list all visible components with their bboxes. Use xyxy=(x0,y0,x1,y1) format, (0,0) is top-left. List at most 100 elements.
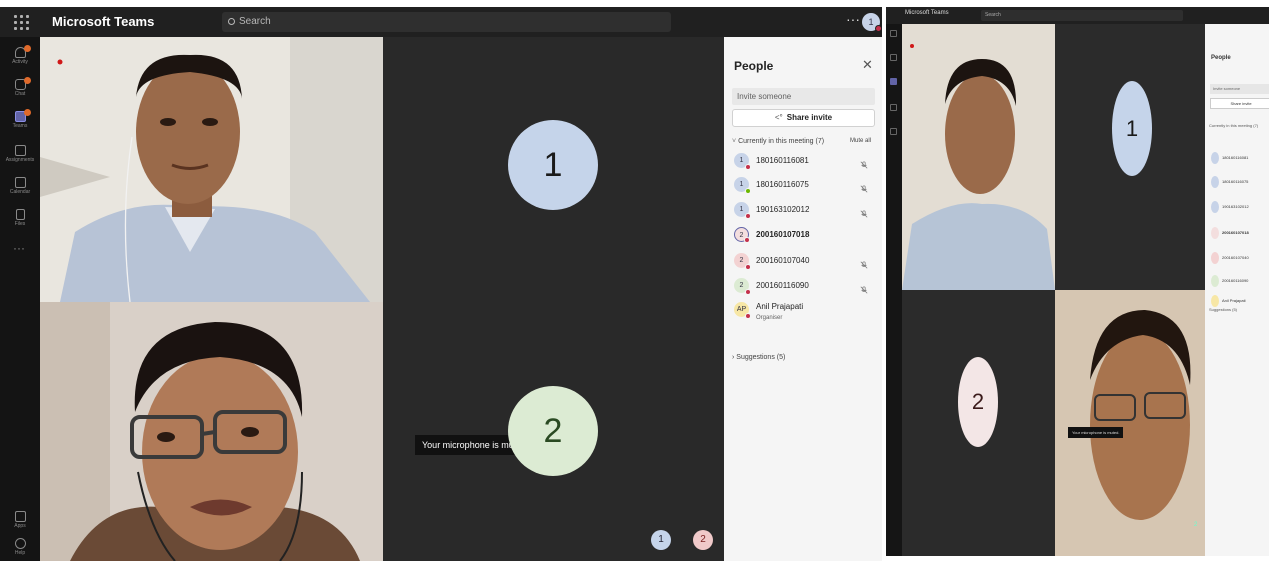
in-meeting-section-header[interactable]: ˅ Currently in this meeting (7) xyxy=(732,138,824,145)
rail-more-button[interactable]: ··· xyxy=(13,241,25,255)
participant-initial: 2 xyxy=(739,282,744,289)
secondary-app-title: Microsoft Teams xyxy=(905,10,949,16)
presence-dot xyxy=(745,289,751,295)
avatar-tile-participant-1[interactable]: 1 xyxy=(383,37,724,302)
calendar-icon[interactable] xyxy=(890,128,897,135)
participant-initial: AP xyxy=(736,306,747,313)
presence-dot xyxy=(875,25,882,32)
participant-row[interactable]: 1 180160116075 xyxy=(734,177,874,197)
video-tile-participant[interactable] xyxy=(40,302,383,561)
rail-item-activity[interactable]: Activity xyxy=(0,43,40,73)
secondary-participant-row[interactable]: 190163102012 xyxy=(1211,201,1269,215)
share-invite-button[interactable]: <° Share invite xyxy=(732,109,875,127)
share-invite-label: Share invite xyxy=(786,113,833,122)
participant-name: 180160116075 xyxy=(1222,179,1249,184)
participant-name: 200160116090 xyxy=(1222,278,1249,283)
participant-avatar xyxy=(1211,295,1219,307)
app-launcher-icon[interactable] xyxy=(13,14,29,30)
more-options-button[interactable]: ··· xyxy=(846,12,860,26)
apps-icon xyxy=(14,511,26,522)
search-input[interactable]: Search xyxy=(222,12,671,32)
secondary-participant-row[interactable]: 180160116081 xyxy=(1211,152,1269,166)
overflow-avatar-1[interactable]: 1 xyxy=(651,530,671,550)
participant-name: 200160107018 xyxy=(1222,230,1249,235)
mute-all-button[interactable]: Mute all xyxy=(850,138,871,144)
secondary-in-meeting-header[interactable]: Currently in this meeting (7) xyxy=(1209,123,1258,128)
secondary-participant-row[interactable]: 180160116075 xyxy=(1211,176,1269,190)
avatar-tile-participant-2[interactable]: Your microphone is muted. 2 1 2 xyxy=(383,302,724,561)
participant-initial: 1 xyxy=(739,181,744,188)
participant-avatar xyxy=(1211,252,1219,264)
invite-someone-input[interactable]: Invite someone xyxy=(732,88,875,105)
participant-video-image xyxy=(40,37,383,302)
secondary-avatar-tile-2[interactable]: 2 xyxy=(902,290,1055,556)
close-icon[interactable]: ✕ xyxy=(862,57,873,73)
secondary-overflow-avatar[interactable]: 2 xyxy=(1194,522,1197,528)
secondary-search-input[interactable]: Search xyxy=(981,10,1183,21)
rail-label-chat: Chat xyxy=(14,91,26,97)
participant-row[interactable]: 1 180160116081 xyxy=(734,153,874,173)
rail-item-apps[interactable]: Apps xyxy=(0,507,40,537)
file-icon xyxy=(15,209,25,220)
participant-row[interactable]: 1 190163102012 xyxy=(734,202,874,222)
rail-item-teams[interactable]: Teams xyxy=(0,107,40,137)
participant-name: 200160107018 xyxy=(756,230,810,239)
mic-off-icon[interactable] xyxy=(860,156,868,169)
secondary-participant-row[interactable]: 200160107040 xyxy=(1211,252,1269,266)
participant-avatar: 1 xyxy=(734,177,751,194)
mic-off-icon[interactable] xyxy=(860,256,868,269)
secondary-mic-muted-toast: Your microphone is muted. xyxy=(1068,427,1124,438)
assignments-icon xyxy=(14,145,26,156)
people-panel-title: People xyxy=(734,59,774,73)
secondary-participant-row[interactable]: 200160116090 xyxy=(1211,275,1269,289)
rail-label-assignments: Assignments xyxy=(5,157,35,163)
participant-video-image xyxy=(40,302,383,561)
secondary-avatar-tile-1[interactable]: 1 xyxy=(1055,24,1205,290)
participant-row[interactable]: 2 200160116090 xyxy=(734,278,874,298)
secondary-suggestions-header[interactable]: Suggestions (5) xyxy=(1209,307,1237,312)
secondary-share-invite-button[interactable]: Share invite xyxy=(1210,98,1269,109)
chat-icon[interactable] xyxy=(890,54,897,61)
participant-row[interactable]: 2 200160107040 xyxy=(734,253,874,273)
participant-name: 180160116081 xyxy=(756,156,809,165)
title-bar: Microsoft Teams Search ··· 1 xyxy=(0,7,882,37)
bell-icon[interactable] xyxy=(890,30,897,37)
teams-window-main: Microsoft Teams Search ··· 1 Activity Ch… xyxy=(0,7,882,561)
participant-row[interactable]: AP Anil Prajapati Organiser xyxy=(734,302,874,322)
teams-icon[interactable] xyxy=(890,78,897,85)
video-tile-participant[interactable] xyxy=(40,37,383,302)
rail-item-calendar[interactable]: Calendar xyxy=(0,173,40,203)
rail-item-files[interactable]: Files xyxy=(0,205,40,235)
participant-video-image xyxy=(1055,290,1205,556)
rail-label-apps: Apps xyxy=(14,523,26,529)
participant-avatar: 1 xyxy=(734,202,751,219)
help-icon xyxy=(14,538,26,549)
mic-off-icon[interactable] xyxy=(860,180,868,193)
participant-name: 180160116081 xyxy=(1222,155,1249,160)
secondary-participant-row[interactable]: 200160107018 xyxy=(1211,227,1269,241)
overflow-avatar-2[interactable]: 2 xyxy=(693,530,713,550)
participant-avatar: AP xyxy=(734,302,751,319)
secondary-video-tile[interactable] xyxy=(902,24,1055,290)
mic-off-icon[interactable] xyxy=(860,281,868,294)
app-title: Microsoft Teams xyxy=(52,14,155,29)
participant-avatar: 2 xyxy=(734,278,751,295)
user-avatar[interactable]: 1 xyxy=(862,13,882,32)
secondary-people-panel: People Invite someone Share invite Curre… xyxy=(1205,24,1269,556)
rail-item-chat[interactable]: Chat xyxy=(0,75,40,105)
assignments-icon[interactable] xyxy=(890,104,897,111)
secondary-invite-input[interactable]: Invite someone xyxy=(1210,84,1269,94)
participant-avatar: 2 xyxy=(734,227,750,243)
suggestions-section-header[interactable]: › Suggestions (5) xyxy=(732,354,785,361)
participant-row[interactable]: 2 200160107018 xyxy=(734,227,874,247)
in-meeting-label: Currently in this meeting (7) xyxy=(738,138,825,145)
participant-initial: 1 xyxy=(739,206,744,213)
rail-item-assignments[interactable]: Assignments xyxy=(0,141,40,171)
rail-item-help[interactable]: Help xyxy=(0,534,40,561)
search-placeholder: Search xyxy=(239,16,271,27)
secondary-video-tile[interactable]: Your microphone is muted. 2 xyxy=(1055,290,1205,556)
notification-badge xyxy=(24,109,31,116)
suggestions-label: Suggestions (5) xyxy=(736,354,786,361)
presence-dot xyxy=(745,164,751,170)
mic-off-icon[interactable] xyxy=(860,205,868,218)
